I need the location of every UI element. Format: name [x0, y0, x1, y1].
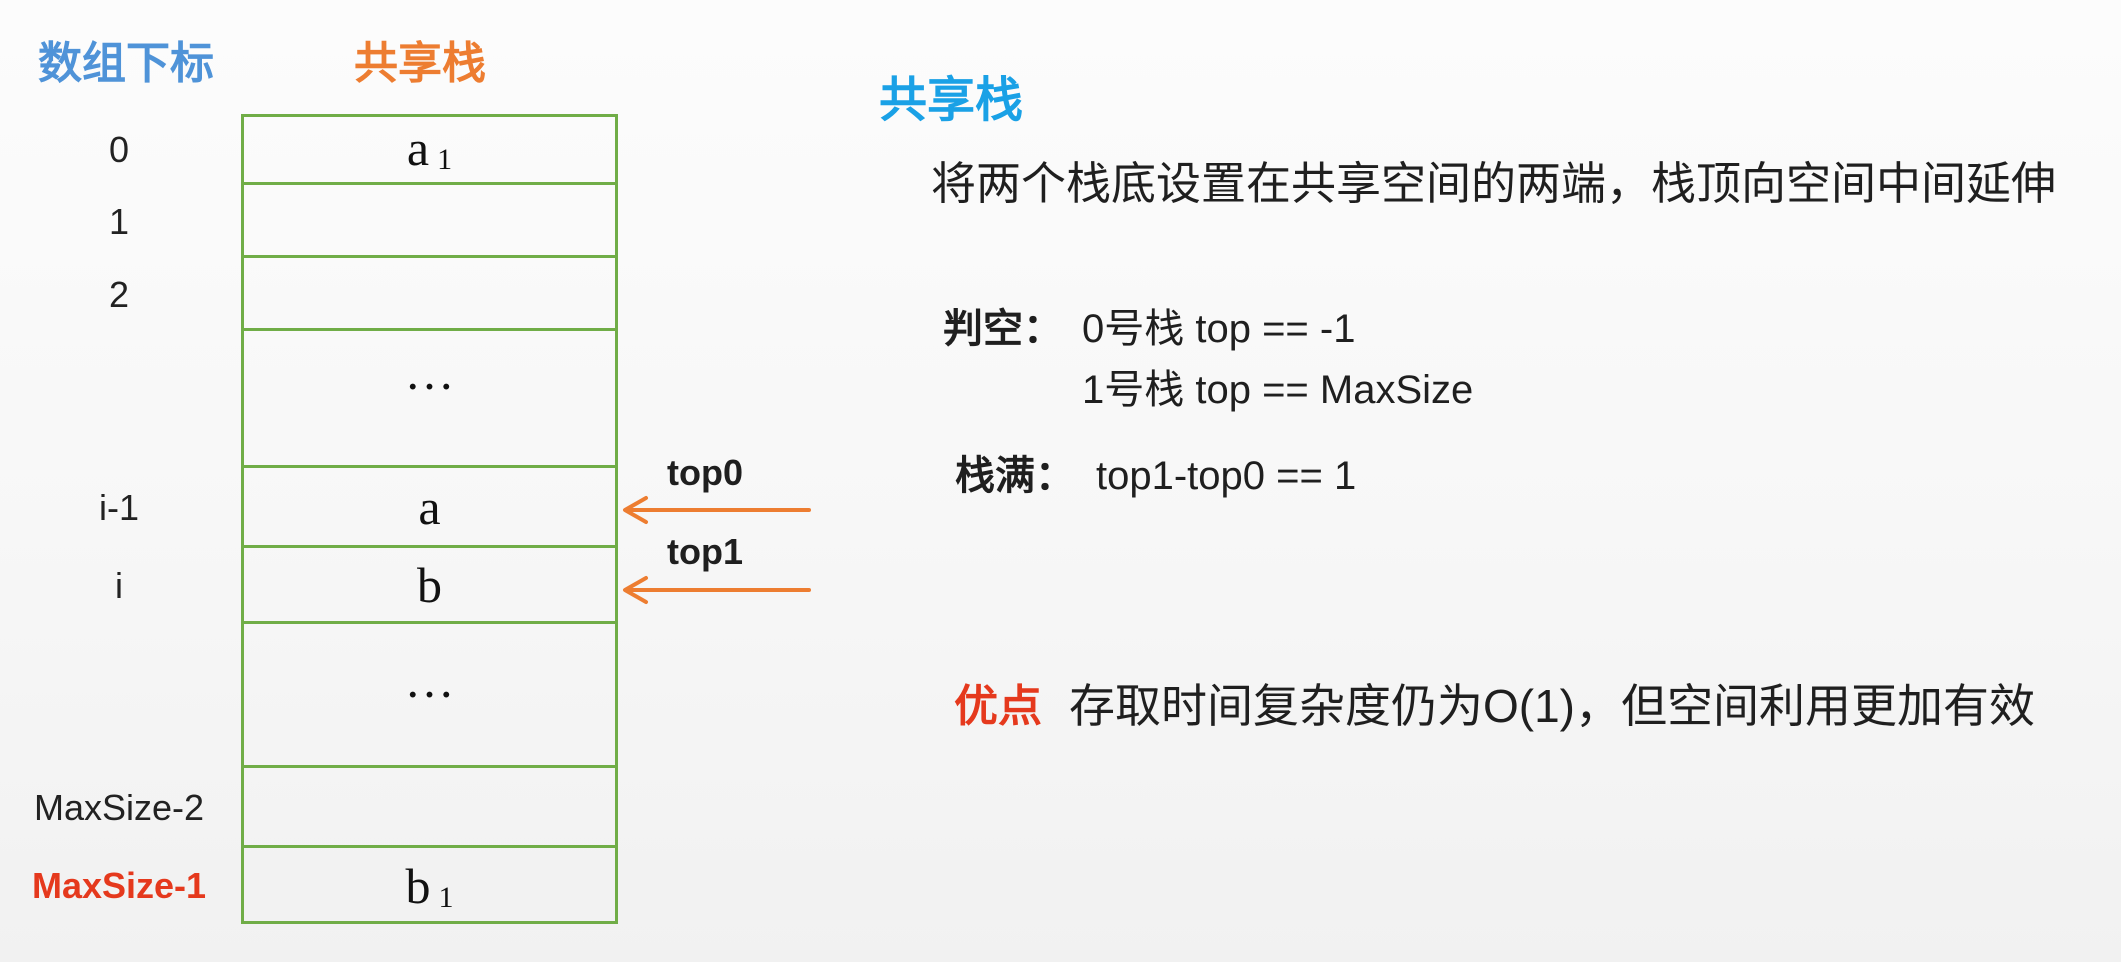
- cell-value: b: [417, 556, 442, 613]
- ellipsis: …: [404, 651, 455, 708]
- cell-subscript: 1: [438, 881, 454, 914]
- cell-value: a: [406, 120, 430, 176]
- stack-row-ellipsis-upper: …: [0, 331, 618, 468]
- cell-value: a: [418, 478, 441, 535]
- stack-row-maxsize-1: MaxSize-1 b1: [0, 848, 618, 924]
- description-text: 将两个栈底设置在共享空间的两端，栈顶向空间中间延伸: [931, 157, 2057, 210]
- cell-subscript: 1: [437, 143, 453, 176]
- array-index-label-last: MaxSize-1: [31, 865, 207, 906]
- advantage-text: 存取时间复杂度仍为O(1)，但空间利用更加有效: [1069, 680, 2035, 732]
- empty-check-line-2: 1号栈 top == MaxSize: [1082, 368, 1474, 412]
- slide: 数组下标 共享栈 0 a1 1 2 … i-1 a i b … MaxSize-…: [0, 0, 2121, 962]
- array-index-label: i-1: [98, 487, 139, 528]
- stack-cell: a1: [241, 114, 618, 185]
- stack-cell: [241, 768, 618, 848]
- empty-check-label: 判空：: [943, 306, 1063, 352]
- array-index-label: 1: [108, 200, 130, 242]
- stack-cell: …: [241, 624, 618, 768]
- stack-cell: b: [241, 548, 618, 624]
- stack-cell: a: [241, 468, 618, 548]
- array-index-label: 2: [108, 273, 130, 315]
- stack-row-maxsize-2: MaxSize-2: [0, 768, 618, 848]
- info-title: 共享栈: [879, 72, 1024, 128]
- stack-cell: [241, 185, 618, 258]
- empty-check-line-1: 0号栈 top == -1: [1082, 307, 1356, 351]
- cell-value: b: [405, 858, 431, 914]
- pointer-arrows: [623, 496, 811, 604]
- stack-row-i: i b: [0, 548, 618, 624]
- stack-cell: …: [241, 331, 618, 468]
- stack-row-0: 0 a1: [0, 114, 618, 185]
- stack-cell: b1: [241, 848, 618, 924]
- stack-cell: [241, 258, 618, 331]
- stack-row-i-minus-1: i-1 a: [0, 468, 618, 548]
- advantage-label: 优点: [954, 681, 1042, 732]
- stack-row-ellipsis-lower: …: [0, 624, 618, 768]
- stack-row-2: 2: [0, 258, 618, 331]
- ellipsis: …: [404, 344, 455, 400]
- top1-arrow-icon: [623, 576, 811, 604]
- shared-stack-column-title: 共享栈: [354, 38, 486, 89]
- top0-arrow-icon: [623, 496, 811, 524]
- array-index-column-title: 数组下标: [38, 38, 214, 89]
- array-index-label: 0: [108, 128, 130, 170]
- full-check-text: top1-top0 == 1: [1096, 454, 1357, 498]
- array-index-label: i: [115, 565, 123, 606]
- full-check-label: 栈满：: [955, 453, 1075, 499]
- stack-row-1: 1: [0, 185, 618, 258]
- array-index-label: MaxSize-2: [33, 787, 205, 828]
